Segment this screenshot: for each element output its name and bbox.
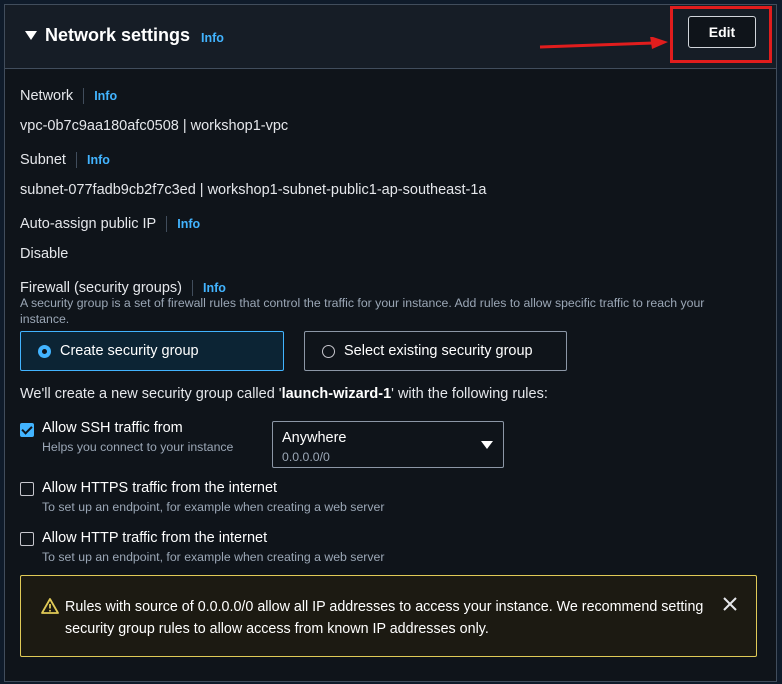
subnet-label: Subnet <box>20 152 66 168</box>
dropdown-caret-icon <box>481 441 493 449</box>
collapse-caret-icon[interactable] <box>25 31 37 40</box>
network-value: vpc-0b7c9aa180afc0508 | workshop1-vpc <box>20 118 289 134</box>
auto-ip-label: Auto-assign public IP <box>20 216 157 232</box>
panel-title: Network settings <box>45 25 191 45</box>
divider <box>166 216 168 232</box>
security-group-name: launch-wizard-1 <box>281 386 392 402</box>
create-security-group-label: Create security group <box>60 343 199 359</box>
security-group-summary: We'll create a new security group called… <box>20 386 548 402</box>
select-existing-security-group-option[interactable]: Select existing security group <box>304 331 567 371</box>
network-label-row: Network Info <box>20 88 117 104</box>
network-info-link[interactable]: Info <box>94 89 117 103</box>
http-rule-desc: To set up an endpoint, for example when … <box>42 550 385 564</box>
sg-prefix: We'll create a new security group called… <box>20 386 282 402</box>
warning-alert-text: Rules with source of 0.0.0.0/0 allow all… <box>65 599 704 637</box>
firewall-label: Firewall (security groups) <box>20 280 182 296</box>
https-rule-desc: To set up an endpoint, for example when … <box>42 500 385 514</box>
header-info-link[interactable]: Info <box>201 31 224 45</box>
https-checkbox[interactable] <box>20 482 34 496</box>
https-rule-label: Allow HTTPS traffic from the internet <box>42 480 278 496</box>
subnet-info-link[interactable]: Info <box>87 153 110 167</box>
http-rule-label: Allow HTTP traffic from the internet <box>42 530 268 546</box>
auto-ip-info-link[interactable]: Info <box>177 217 200 231</box>
firewall-info-link[interactable]: Info <box>203 281 226 295</box>
divider <box>75 152 77 168</box>
close-icon[interactable] <box>720 594 740 614</box>
edit-button[interactable]: Edit <box>688 16 756 48</box>
radio-unselected-icon[interactable] <box>322 344 335 358</box>
create-security-group-option[interactable]: Create security group <box>20 331 284 371</box>
firewall-label-row: Firewall (security groups) Info <box>20 280 226 296</box>
ssh-source-value: Anywhere <box>282 430 347 446</box>
network-label: Network <box>20 88 74 104</box>
warning-alert: Rules with source of 0.0.0.0/0 allow all… <box>20 575 757 657</box>
ssh-rule-label: Allow SSH traffic from <box>42 420 183 436</box>
annotation-arrow-icon <box>539 37 668 49</box>
sg-suffix: ' with the following rules: <box>391 386 548 402</box>
firewall-description: A security group is a set of firewall ru… <box>20 296 705 326</box>
subnet-label-row: Subnet Info <box>20 152 110 168</box>
auto-ip-label-row: Auto-assign public IP Info <box>20 216 200 232</box>
warning-icon <box>41 598 59 614</box>
radio-selected-icon[interactable] <box>38 344 51 358</box>
ssh-source-select[interactable]: Anywhere 0.0.0.0/0 <box>272 421 504 468</box>
subnet-value: subnet-077fadb9cb2f7c3ed | workshop1-sub… <box>20 182 487 198</box>
divider <box>191 280 193 296</box>
ssh-checkbox[interactable] <box>20 423 34 437</box>
auto-ip-value: Disable <box>20 246 69 262</box>
divider <box>83 88 85 104</box>
ssh-source-cidr: 0.0.0.0/0 <box>282 450 330 464</box>
http-checkbox[interactable] <box>20 532 34 546</box>
select-existing-security-group-label: Select existing security group <box>344 343 533 359</box>
ssh-rule-desc: Helps you connect to your instance <box>42 440 234 454</box>
